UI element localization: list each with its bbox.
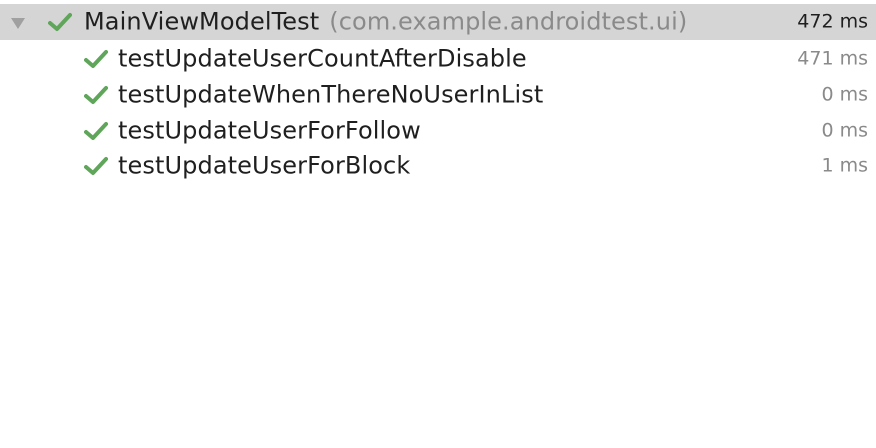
test-name: testUpdateWhenThereNoUserInList — [118, 80, 544, 109]
suite-title: MainViewModelTest — [84, 7, 320, 36]
test-row[interactable]: testUpdateUserCountAfterDisable 471 ms — [0, 41, 876, 77]
suite-name: MainViewModelTest (com.example.androidtes… — [84, 7, 687, 35]
test-duration: 471 ms — [797, 47, 868, 70]
check-icon — [84, 156, 108, 176]
check-icon — [84, 85, 108, 105]
suite-duration: 472 ms — [797, 10, 868, 33]
test-duration: 0 ms — [821, 119, 868, 142]
triangle-down-icon[interactable] — [10, 15, 26, 29]
suite-package: (com.example.androidtest.ui) — [329, 7, 688, 36]
check-icon — [84, 49, 108, 69]
check-icon — [48, 12, 72, 32]
test-duration: 0 ms — [821, 83, 868, 106]
test-results-tree: MainViewModelTest (com.example.androidtes… — [0, 0, 876, 448]
test-name: testUpdateUserForBlock — [118, 151, 411, 180]
test-name: testUpdateUserCountAfterDisable — [118, 44, 527, 73]
test-row[interactable]: testUpdateUserForFollow 0 ms — [0, 113, 876, 149]
test-row[interactable]: testUpdateWhenThereNoUserInList 0 ms — [0, 77, 876, 113]
suite-row[interactable]: MainViewModelTest (com.example.androidtes… — [0, 4, 876, 40]
check-icon — [84, 121, 108, 141]
test-name: testUpdateUserForFollow — [118, 116, 421, 145]
test-row[interactable]: testUpdateUserForBlock 1 ms — [0, 148, 876, 184]
test-duration: 1 ms — [821, 154, 868, 177]
